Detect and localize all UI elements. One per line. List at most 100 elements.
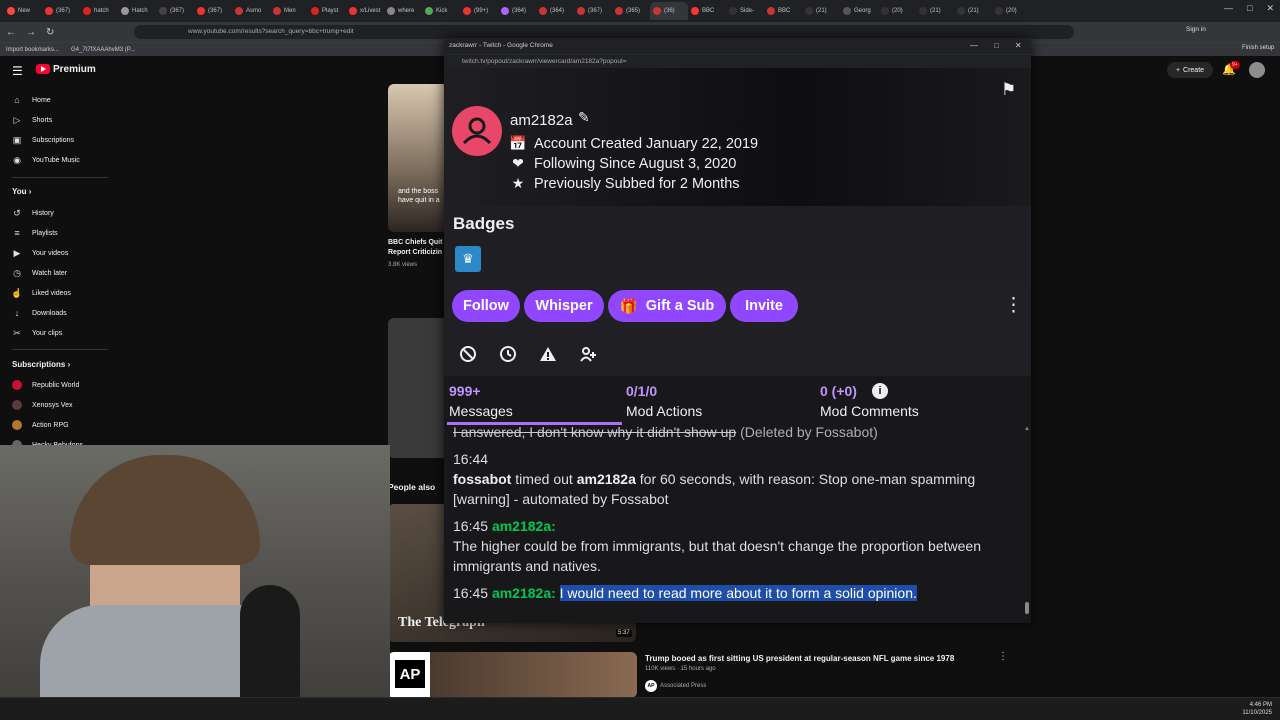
mod-actions-count: 0/1/0 [626, 383, 658, 399]
ban-icon[interactable] [458, 344, 478, 364]
timeout-icon[interactable] [498, 344, 518, 364]
taskbar: 4:46 PM 11/10/2025 [0, 697, 1280, 720]
browser-tab[interactable]: (20) [992, 2, 1030, 20]
channel-avatar[interactable]: AP [645, 680, 657, 692]
flag-icon[interactable]: ⚑ [1001, 80, 1016, 100]
info-icon[interactable]: i [872, 383, 888, 399]
video-thumbnail[interactable] [388, 84, 448, 232]
tab-label: (367) [170, 8, 185, 14]
forward-icon[interactable]: → [26, 27, 36, 38]
channel-name[interactable]: Associated Press [660, 683, 706, 689]
sidebar-item-subscriptions[interactable]: ▣ Subscriptions [12, 133, 74, 147]
you-header[interactable]: You › [12, 187, 31, 196]
browser-tab[interactable]: (364) [498, 2, 536, 20]
tab-favicon-icon [425, 7, 433, 15]
timestamp: 16:44 [453, 451, 489, 467]
browser-tab[interactable]: Side- [726, 2, 764, 20]
reload-icon[interactable]: ↻ [46, 27, 54, 38]
browser-tab[interactable]: BBC [688, 2, 726, 20]
maximize-icon[interactable]: □ [1247, 3, 1252, 14]
browser-tab[interactable]: New [4, 2, 42, 20]
back-icon[interactable]: ← [6, 27, 16, 38]
sidebar-item-music[interactable]: ◉ YouTube Music [12, 153, 80, 167]
follow-button[interactable]: Follow [452, 290, 520, 322]
menu-icon[interactable]: ☰ [12, 64, 23, 78]
browser-tab[interactable]: (367) [194, 2, 232, 20]
tab-label: (367) [588, 8, 603, 14]
sidebar-item-your-videos[interactable]: ▶ Your videos [12, 246, 69, 260]
crown-badge-icon[interactable]: ♛ [455, 246, 481, 272]
more-options-icon[interactable]: ⋮ [1004, 294, 1023, 317]
browser-tab[interactable]: (21) [802, 2, 840, 20]
browser-tab[interactable]: (367) [156, 2, 194, 20]
browser-tab[interactable]: Hatch [118, 2, 156, 20]
browser-tab[interactable]: (21) [916, 2, 954, 20]
sidebar-item-home[interactable]: ⌂ Home [12, 93, 50, 107]
tab-mod-comments[interactable]: Mod Comments [820, 403, 919, 419]
scrollbar-thumb[interactable] [1025, 602, 1029, 614]
browser-tab[interactable]: (364) [536, 2, 574, 20]
close-icon[interactable]: ✕ [1015, 41, 1022, 50]
browser-tab[interactable]: (367) [574, 2, 612, 20]
sidebar-item-liked[interactable]: ☝ Liked videos [11, 286, 71, 300]
subscriptions-header[interactable]: Subscriptions › [12, 360, 70, 369]
chat-scrollbar[interactable]: ▲ [1024, 426, 1030, 621]
sign-in-button[interactable]: Sign in [1186, 26, 1206, 33]
browser-tab[interactable]: Kick [422, 2, 460, 20]
browser-tab[interactable]: (20) [878, 2, 916, 20]
browser-tab[interactable]: Asmo [232, 2, 270, 20]
scroll-up-icon[interactable]: ▲ [1024, 426, 1030, 432]
maximize-icon[interactable]: □ [994, 41, 999, 50]
tab-favicon-icon [83, 7, 91, 15]
create-button[interactable]: + Create [1167, 62, 1213, 78]
minimize-icon[interactable]: — [970, 41, 978, 50]
browser-tab[interactable]: (21) [954, 2, 992, 20]
tab-mod-actions[interactable]: Mod Actions [626, 403, 702, 419]
youtube-brand[interactable]: Premium [53, 64, 96, 75]
browser-tab[interactable]: x/Livest [346, 2, 384, 20]
video-thumbnail[interactable] [388, 652, 637, 698]
browser-tab[interactable]: hatch [80, 2, 118, 20]
minimize-icon[interactable]: — [1224, 3, 1233, 14]
subscription-item[interactable]: Action RPG [12, 418, 69, 432]
tab-messages[interactable]: Messages [449, 403, 513, 419]
video-title[interactable]: Trump booed as first sitting US presiden… [645, 654, 990, 664]
whisper-button[interactable]: Whisper [524, 290, 604, 322]
sidebar-item-history[interactable]: ↺ History [12, 206, 54, 220]
sidebar-item-clips[interactable]: ✂ Your clips [12, 326, 62, 340]
subscription-item[interactable]: Xenosys Vex [12, 398, 72, 412]
youtube-logo-icon[interactable] [36, 64, 50, 74]
address-bar[interactable]: www.youtube.com/results?search_query=bbc… [134, 25, 1074, 39]
browser-tab[interactable]: (365) [612, 2, 650, 20]
browser-tab[interactable]: Playst [308, 2, 346, 20]
tab-favicon-icon [387, 7, 395, 15]
sidebar-item-shorts[interactable]: ▷ Shorts [12, 113, 53, 127]
subscription-item[interactable]: Republic World [12, 378, 79, 392]
video-meta: 110K views · 15 hours ago [645, 666, 716, 672]
add-mod-icon[interactable] [578, 344, 598, 364]
browser-tab[interactable]: (367) [42, 2, 80, 20]
gift-sub-button[interactable]: 🎁 Gift a Sub [608, 290, 726, 322]
more-options-icon[interactable]: ⋮ [998, 651, 1008, 662]
bookmark-item[interactable]: Import bookmarks... [6, 47, 59, 53]
sidebar-item-watch-later[interactable]: ◷ Watch later [12, 266, 67, 280]
close-icon[interactable]: ✕ [1266, 3, 1274, 14]
browser-tab[interactable]: where [384, 2, 422, 20]
invite-button[interactable]: Invite [730, 290, 798, 322]
sidebar-item-downloads[interactable]: ↓ Downloads [12, 306, 67, 320]
video-duration: 5:37 [616, 629, 632, 637]
sidebar-item-playlists[interactable]: ≡ Playlists [12, 226, 57, 240]
video-title[interactable]: BBC Chiefs Quit Report Criticizin [388, 238, 446, 258]
browser-tab[interactable]: (36) [650, 2, 688, 20]
browser-tab[interactable]: BBC [764, 2, 802, 20]
warning-icon[interactable] [538, 344, 558, 364]
bookmark-item[interactable]: G4_7t7fXAAAhvM3 (P... [71, 47, 135, 53]
browser-tab[interactable]: Georg [840, 2, 878, 20]
video-thumbnail[interactable] [388, 318, 448, 458]
avatar[interactable] [1249, 62, 1265, 78]
tab-favicon-icon [539, 7, 547, 15]
pencil-icon[interactable]: ✎ [578, 109, 590, 126]
browser-tab[interactable]: (99+) [460, 2, 498, 20]
browser-tab[interactable]: Men [270, 2, 308, 20]
finish-setup-button[interactable]: Finish setup [1242, 45, 1274, 51]
